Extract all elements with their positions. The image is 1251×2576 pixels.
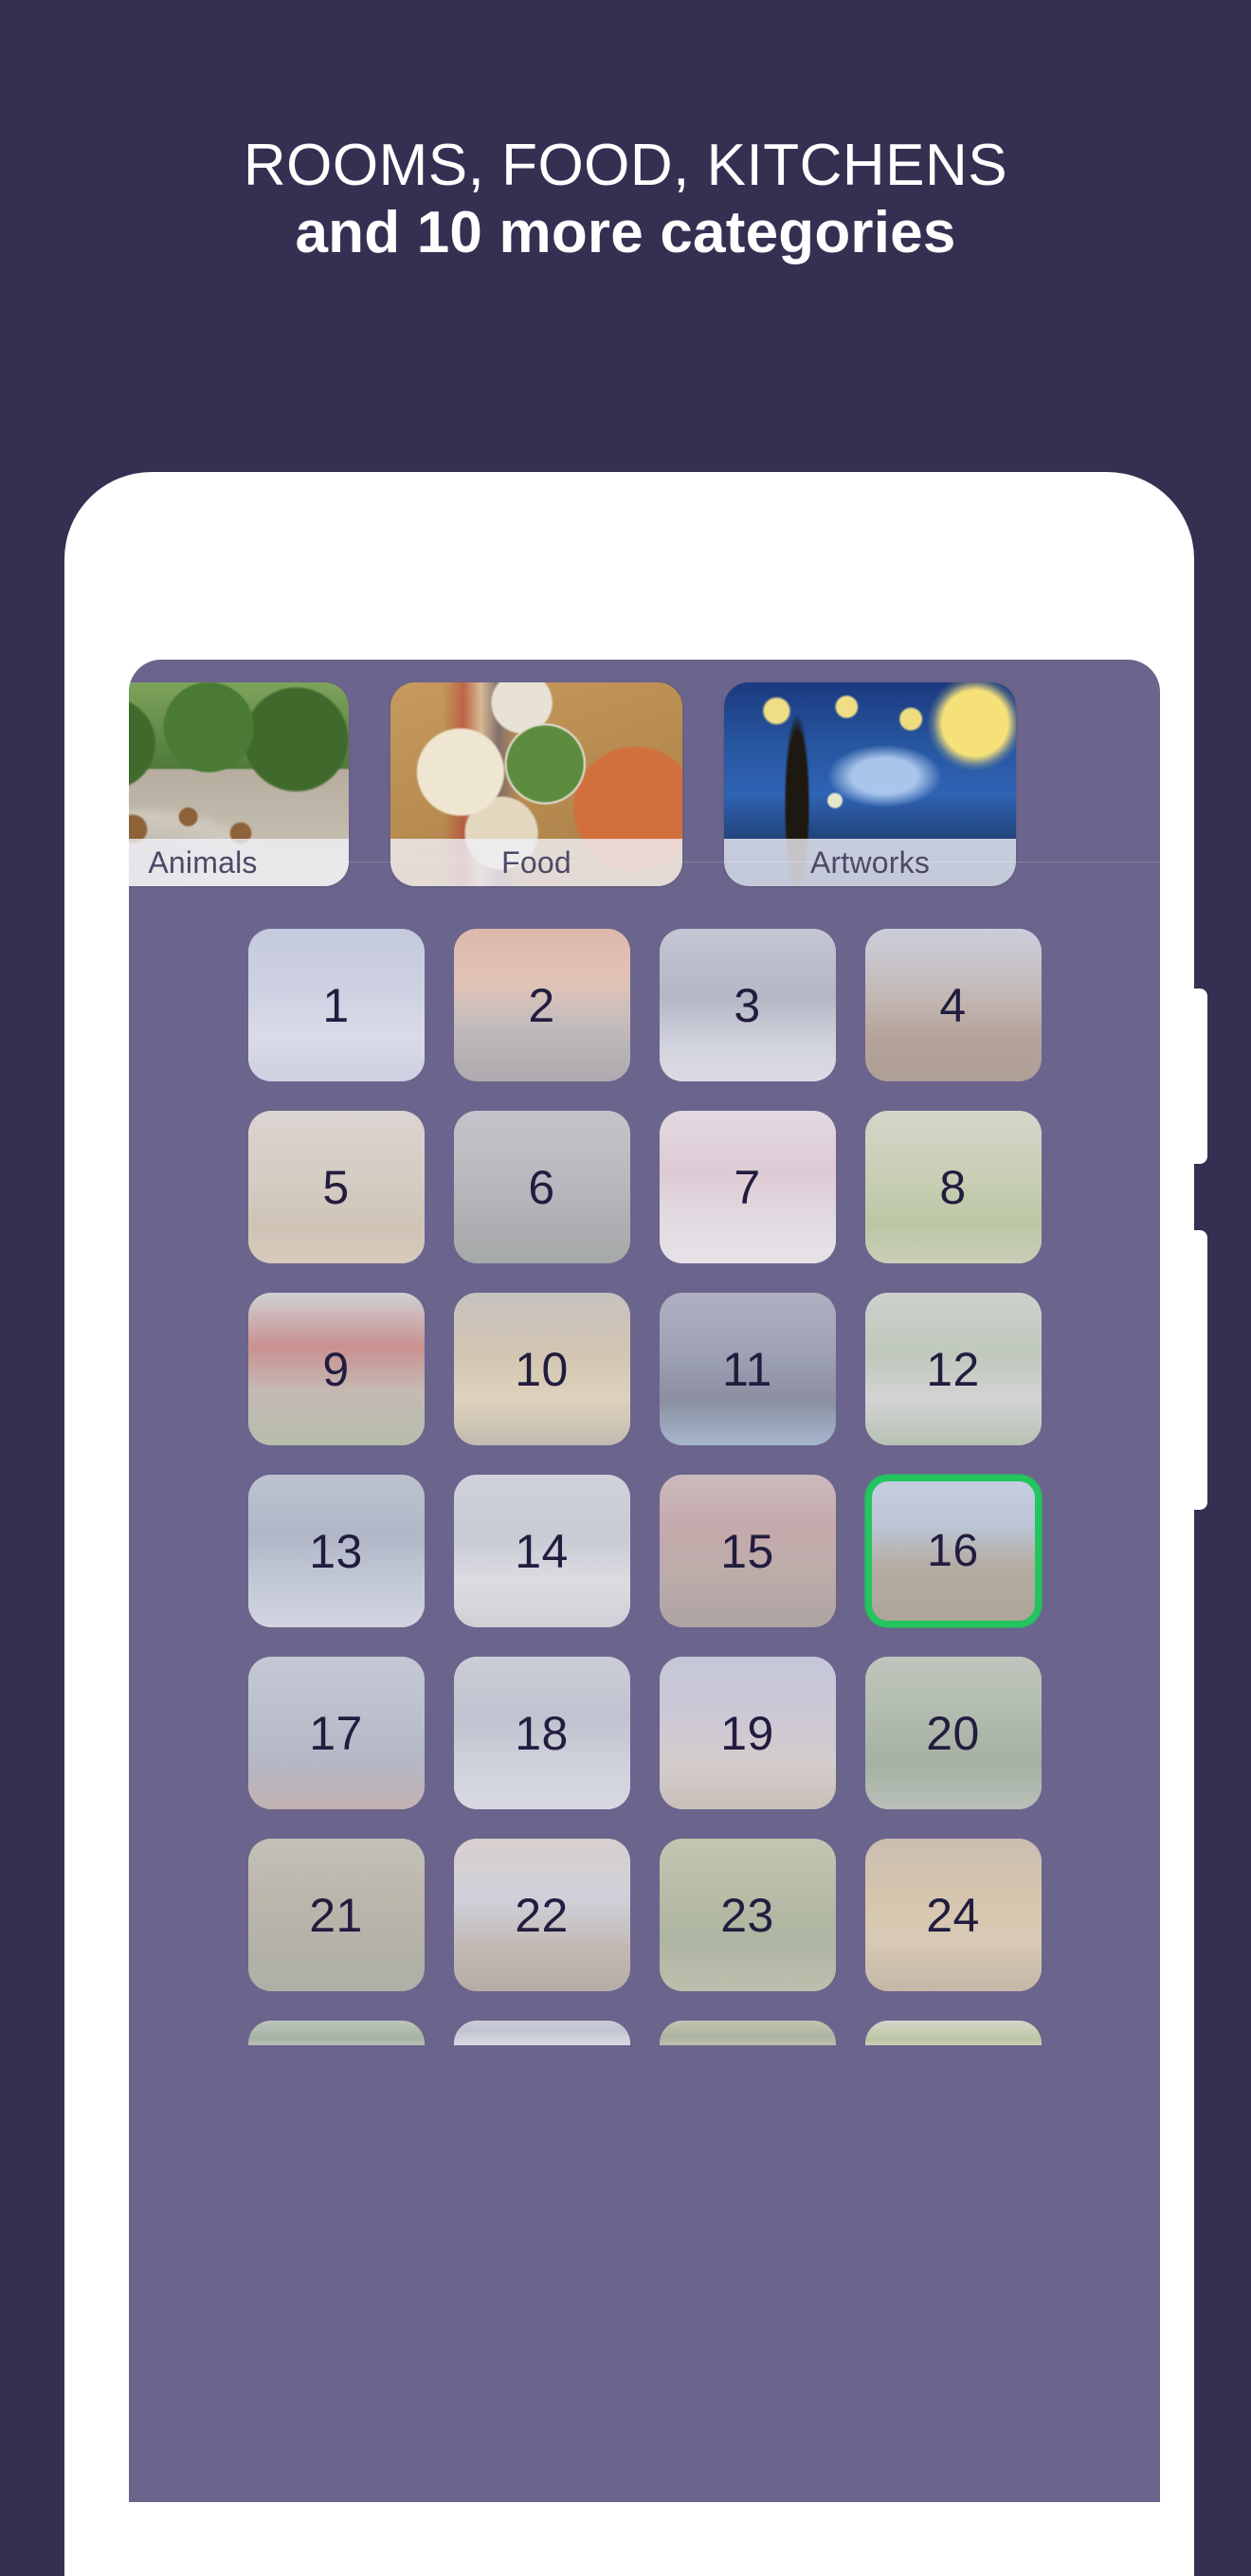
puzzle-grid-wrapper: 1 2 3 4 5 6 7 8 9 10 11 12 13 14 15 16 17 18 19 20 21 22 23 24 [129,908,1160,2045]
puzzle-tile-number: 17 [309,1706,363,1760]
puzzle-tile[interactable]: 19 [659,1657,836,1809]
puzzle-tile-number: 24 [926,1888,980,1942]
category-card-animals[interactable]: Animals [129,682,349,886]
puzzle-tile[interactable]: 16 [864,1475,1042,1627]
puzzle-tile-number: 5 [322,1160,350,1214]
puzzle-grid-partial-row [129,2021,1160,2045]
puzzle-tile-number: 21 [309,1888,363,1942]
puzzle-tile-number: 20 [926,1706,980,1760]
puzzle-tile-number: 1 [322,978,350,1032]
tile-overlay [659,2021,836,2045]
puzzle-tile[interactable]: 12 [864,1293,1042,1445]
puzzle-tile-number: 6 [528,1160,555,1214]
puzzle-tile-number: 2 [528,978,555,1032]
device-button-volume-down[interactable] [1194,1230,1207,1510]
puzzle-tile-number: 8 [939,1160,967,1214]
puzzle-tile[interactable]: 7 [659,1111,836,1263]
puzzle-tile-number: 13 [309,1524,363,1578]
puzzle-tile[interactable]: 22 [453,1839,630,1991]
puzzle-tile-clipped[interactable] [864,2021,1042,2045]
puzzle-tile[interactable]: 11 [659,1293,836,1445]
category-label-food: Food [390,839,682,886]
category-strip: Animals Food Artworks [129,660,1160,908]
puzzle-tile-number: 14 [515,1524,569,1578]
puzzle-tile[interactable]: 20 [864,1657,1042,1809]
puzzle-tile[interactable]: 17 [247,1657,425,1809]
puzzle-tile[interactable]: 21 [247,1839,425,1991]
puzzle-tile[interactable]: 13 [247,1475,425,1627]
puzzle-tile[interactable]: 18 [453,1657,630,1809]
puzzle-grid: 1 2 3 4 5 6 7 8 9 10 11 12 13 14 15 16 17 18 19 20 21 22 23 24 [129,929,1160,1991]
puzzle-tile-clipped[interactable] [247,2021,425,2045]
puzzle-tile[interactable]: 5 [247,1111,425,1263]
puzzle-tile[interactable]: 9 [247,1293,425,1445]
puzzle-tile-number: 7 [734,1160,761,1214]
puzzle-tile[interactable]: 6 [453,1111,630,1263]
category-card-food[interactable]: Food [390,682,682,886]
puzzle-tile-number: 10 [515,1342,569,1396]
phone-screen: Animals Food Artworks 1 2 3 4 5 6 7 8 9 10 11 12 13 1… [129,660,1160,2502]
puzzle-tile-number: 23 [720,1888,774,1942]
puzzle-tile-number: 9 [322,1342,350,1396]
puzzle-tile-number: 4 [939,978,967,1032]
headline-line-1: ROOMS, FOOD, KITCHENS [243,133,1008,198]
puzzle-tile-number: 12 [926,1342,980,1396]
puzzle-tile[interactable]: 15 [659,1475,836,1627]
tile-overlay [864,2021,1042,2045]
category-card-artworks[interactable]: Artworks [724,682,1016,886]
puzzle-tile[interactable]: 8 [864,1111,1042,1263]
puzzle-tile-number: 16 [927,1526,979,1576]
category-row: Animals Food Artworks [129,682,1160,886]
headline: ROOMS, FOOD, KITCHENS and 10 more catego… [0,133,1251,268]
puzzle-tile[interactable]: 2 [453,929,630,1081]
puzzle-tile[interactable]: 23 [659,1839,836,1991]
puzzle-tile-number: 19 [720,1706,774,1760]
puzzle-tile[interactable]: 1 [247,929,425,1081]
puzzle-tile-number: 11 [722,1342,772,1396]
category-label-artworks: Artworks [724,839,1016,886]
category-label-animals: Animals [129,839,349,886]
device-button-volume-up[interactable] [1194,989,1207,1164]
puzzle-tile[interactable]: 24 [864,1839,1042,1991]
puzzle-tile[interactable]: 3 [659,929,836,1081]
puzzle-tile[interactable]: 4 [864,929,1042,1081]
tile-overlay [247,2021,425,2045]
puzzle-tile[interactable]: 10 [453,1293,630,1445]
puzzle-tile-clipped[interactable] [659,2021,836,2045]
puzzle-tile[interactable]: 14 [453,1475,630,1627]
puzzle-tile-clipped[interactable] [453,2021,630,2045]
puzzle-tile-number: 22 [515,1888,569,1942]
headline-line-2: and 10 more categories [295,200,956,266]
tile-overlay [453,2021,630,2045]
puzzle-tile-number: 15 [720,1524,774,1578]
puzzle-tile-number: 3 [734,978,761,1032]
puzzle-tile-number: 18 [515,1706,569,1760]
